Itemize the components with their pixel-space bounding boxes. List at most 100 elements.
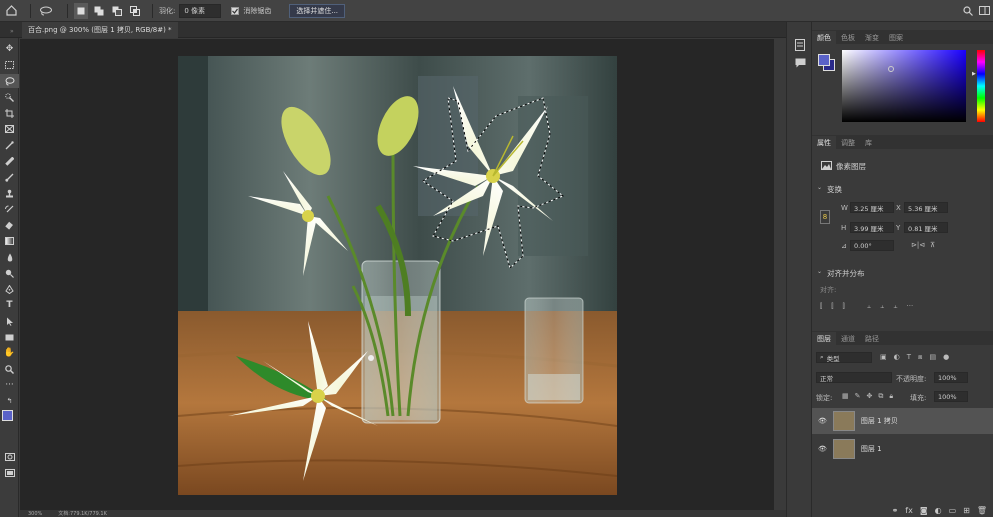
fill-input[interactable]: 100% — [934, 391, 968, 402]
brush-tool-icon[interactable] — [0, 170, 19, 184]
align-section-title[interactable]: 对齐并分布 — [827, 268, 865, 279]
filter-shape-icon[interactable]: ⧈ — [918, 353, 922, 362]
type-tool-icon[interactable]: T — [0, 298, 19, 312]
collapse-icon[interactable]: ⌄ — [817, 184, 822, 191]
rectangle-tool-icon[interactable] — [0, 330, 19, 344]
color-picker-field[interactable] — [842, 50, 966, 122]
align-bottom-icon[interactable]: ⫠ — [893, 302, 897, 311]
collapse-icon[interactable]: ⌄ — [817, 268, 822, 275]
zoom-tool-icon[interactable] — [0, 362, 19, 376]
x-input[interactable]: 5.36 厘米 — [904, 202, 948, 213]
tab-gradients[interactable]: 渐变 — [860, 31, 884, 44]
more-options-icon[interactable]: ··· — [907, 302, 914, 311]
transform-section-title[interactable]: 变换 — [827, 184, 842, 195]
tab-properties[interactable]: 属性 — [812, 136, 836, 149]
tab-layers[interactable]: 图层 — [812, 332, 836, 345]
visibility-eye-icon[interactable]: 👁︎ — [818, 445, 827, 453]
layer-filter-select[interactable]: ⌕ 类型 — [816, 352, 872, 363]
align-top-icon[interactable]: ⫠ — [867, 302, 871, 311]
quick-mask-icon[interactable] — [0, 450, 19, 464]
crop-tool-icon[interactable] — [0, 106, 19, 120]
new-selection-icon[interactable] — [74, 2, 88, 19]
adjustment-layer-icon[interactable]: ◐ — [935, 506, 942, 515]
foreground-color-swatch[interactable] — [2, 410, 13, 421]
tab-swatches[interactable]: 色板 — [836, 31, 860, 44]
doc-info[interactable]: 文档:779.1K/779.1K — [58, 510, 107, 517]
new-layer-icon[interactable]: ⊞ — [963, 506, 970, 515]
pen-tool-icon[interactable] — [0, 282, 19, 296]
workspace-icon[interactable] — [975, 6, 993, 15]
gradient-tool-icon[interactable] — [0, 234, 19, 248]
link-icon[interactable]: 8 — [820, 210, 830, 224]
filter-toggle-icon[interactable]: ● — [943, 353, 949, 362]
tab-color[interactable]: 颜色 — [812, 31, 836, 44]
new-group-icon[interactable]: ▭ — [949, 506, 957, 515]
path-selection-tool-icon[interactable] — [0, 314, 19, 328]
blend-mode-select[interactable]: 正常 — [816, 372, 892, 383]
frame-tool-icon[interactable] — [0, 122, 19, 136]
filter-smart-object-icon[interactable]: ▤ — [929, 353, 936, 362]
quick-select-tool-icon[interactable] — [0, 90, 19, 104]
lock-artboard-icon[interactable]: ⧉ — [878, 392, 883, 401]
history-brush-tool-icon[interactable] — [0, 202, 19, 216]
eraser-tool-icon[interactable] — [0, 218, 19, 232]
zoom-readout[interactable]: 300% — [28, 511, 42, 517]
add-mask-icon[interactable]: ◙ — [920, 506, 928, 515]
filter-pixel-icon[interactable]: ▣ — [880, 353, 887, 362]
subtract-selection-icon[interactable] — [110, 3, 124, 19]
angle-input[interactable]: 0.00° — [850, 240, 894, 251]
tab-patterns[interactable]: 图案 — [884, 31, 908, 44]
move-tool-icon[interactable]: ✥ — [0, 42, 19, 56]
add-selection-icon[interactable] — [92, 3, 106, 19]
dodge-tool-icon[interactable] — [0, 266, 19, 280]
delete-layer-icon[interactable]: 🗑︎ — [977, 506, 987, 515]
hand-tool-icon[interactable]: ✋ — [0, 346, 19, 360]
select-and-mask-button[interactable]: 选择并遮住... — [289, 3, 346, 18]
lock-all-icon[interactable]: 🔒︎ — [889, 392, 893, 401]
marquee-tool-icon[interactable] — [0, 58, 19, 72]
feather-input[interactable]: 0 像素 — [179, 3, 222, 18]
healing-brush-tool-icon[interactable] — [0, 154, 19, 168]
visibility-eye-icon[interactable]: 👁︎ — [818, 417, 827, 425]
filter-type-icon[interactable]: T — [907, 353, 911, 362]
document-image[interactable] — [178, 56, 617, 495]
layer-name[interactable]: 图层 1 拷贝 — [861, 416, 898, 426]
layer-row[interactable]: 👁︎ 图层 1 — [812, 436, 993, 462]
lock-transparent-icon[interactable]: ▦ — [842, 392, 849, 401]
eyedropper-tool-icon[interactable] — [0, 138, 19, 152]
flip-horizontal-icon[interactable]: ⊳|⊲ — [911, 241, 925, 249]
height-input[interactable]: 3.99 厘米 — [850, 222, 894, 233]
tab-adjustments[interactable]: 调整 — [836, 136, 860, 149]
tab-arrows-icon[interactable]: » — [10, 28, 14, 35]
blur-tool-icon[interactable] — [0, 250, 19, 264]
lasso-tool-icon[interactable] — [0, 74, 19, 88]
width-input[interactable]: 3.25 厘米 — [850, 202, 894, 213]
layer-name[interactable]: 图层 1 — [861, 444, 882, 454]
lock-position-icon[interactable]: ✥ — [867, 392, 873, 401]
tab-channels[interactable]: 通道 — [836, 332, 860, 345]
flip-vertical-icon[interactable]: ⊼ — [930, 241, 935, 249]
swap-colors-icon[interactable]: ↰ — [0, 394, 19, 408]
color-picker-cursor[interactable] — [888, 66, 894, 72]
checkbox-icon[interactable] — [231, 6, 240, 15]
layer-row[interactable]: 👁︎ 图层 1 拷贝 — [812, 408, 993, 434]
hue-slider-handle-icon[interactable]: ▶ — [972, 71, 976, 77]
filter-adjustment-icon[interactable]: ◐ — [894, 353, 900, 362]
opacity-input[interactable]: 100% — [934, 372, 968, 383]
document-tab[interactable]: 百合.png @ 300% (图层 1 拷贝, RGB/8#) * — [22, 22, 178, 38]
history-panel-icon[interactable] — [793, 38, 807, 52]
tab-libraries[interactable]: 库 — [860, 136, 877, 149]
lock-pixels-icon[interactable]: ✎ — [855, 392, 861, 401]
layer-style-icon[interactable]: fx — [905, 506, 913, 515]
align-hcenter-icon[interactable]: ⫿ — [831, 302, 833, 311]
search-icon[interactable] — [961, 5, 975, 16]
intersect-selection-icon[interactable] — [128, 3, 142, 19]
clone-stamp-tool-icon[interactable] — [0, 186, 19, 200]
more-tools-icon[interactable]: ··· — [0, 378, 19, 392]
link-layers-icon[interactable]: ⚭ — [892, 506, 899, 515]
hue-slider[interactable] — [977, 50, 985, 122]
panel-foreground-swatch[interactable] — [818, 54, 830, 66]
align-right-icon[interactable]: ⫿ — [843, 302, 845, 311]
align-left-icon[interactable]: ⫿ — [820, 302, 822, 311]
screen-mode-icon[interactable] — [0, 466, 19, 480]
